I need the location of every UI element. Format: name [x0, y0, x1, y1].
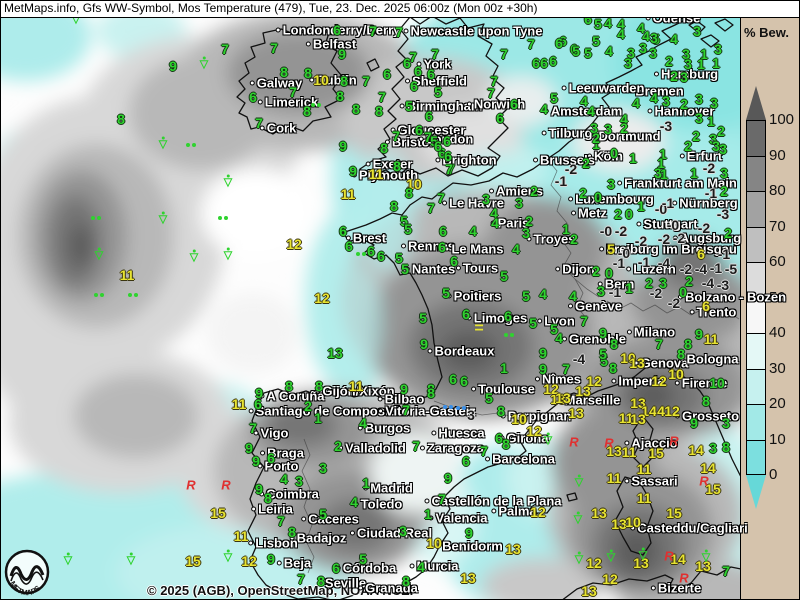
- cloud-cover-shading: [1, 17, 741, 600]
- colorbar-tick-label: 10: [769, 432, 786, 448]
- colorbar-unit-label: % Bew.: [744, 25, 789, 40]
- colorbar-tick-label: 30: [769, 361, 786, 377]
- colorbar-tick-label: 80: [769, 183, 786, 199]
- title-bar: MetMaps.info, Gfs WW-Symbol, Mos Tempera…: [1, 1, 799, 18]
- metmaps-weather-map-window: MetMaps.info, Gfs WW-Symbol, Mos Tempera…: [0, 0, 800, 600]
- colorbar-tick-label: 90: [769, 148, 786, 164]
- colorbar: [746, 86, 766, 509]
- colorbar-panel: % Bew. 1009080706050403020100: [740, 17, 799, 600]
- colorbar-tick-label: 40: [769, 325, 786, 341]
- colorbar-tick-label: 100: [769, 112, 794, 128]
- map-title: MetMaps.info, Gfs WW-Symbol, Mos Tempera…: [4, 1, 537, 15]
- copyright-attribution: © 2025 (AGB), OpenStreetMap, NOAA NCEP: [147, 583, 418, 598]
- colorbar-tick-label: 50: [769, 290, 786, 306]
- map-canvas[interactable]: © 2025 (AGB), OpenStreetMap, NOAA NCEP M…: [1, 17, 741, 600]
- colorbar-tick-label: 0: [769, 467, 777, 483]
- colorbar-tick-label: 70: [769, 219, 786, 235]
- colorbar-tick-label: 20: [769, 396, 786, 412]
- colorbar-tick-label: 60: [769, 254, 786, 270]
- metmaps-logo: METMAPS: [3, 548, 51, 600]
